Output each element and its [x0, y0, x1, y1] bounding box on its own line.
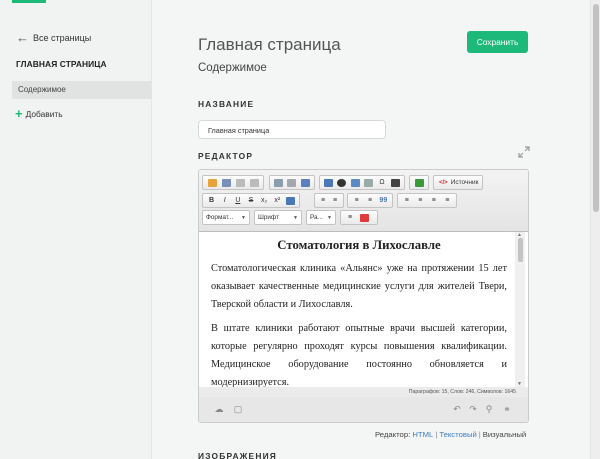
- page-scroll-thumb[interactable]: [593, 4, 599, 212]
- table-icon[interactable]: [350, 177, 361, 188]
- special-char-icon[interactable]: Ω: [376, 177, 387, 188]
- sidebar-add-label: Добавить: [25, 108, 63, 119]
- paste-word-icon[interactable]: [300, 177, 311, 188]
- source-label: Источник: [450, 179, 479, 186]
- sidebar: ← Все страницы ГЛАВНАЯ СТРАНИЦА Содержим…: [0, 0, 152, 459]
- underline-button[interactable]: U: [232, 195, 243, 206]
- save-button[interactable]: Сохранить: [467, 31, 528, 53]
- sidebar-title: ГЛАВНАЯ СТРАНИЦА: [16, 59, 107, 69]
- toolbar-group-insert: Ω: [319, 175, 405, 190]
- mode-separator: |: [435, 430, 438, 439]
- bulleted-list-icon[interactable]: ≡: [330, 195, 340, 206]
- comment-icon[interactable]: ▢: [232, 404, 244, 414]
- font-select[interactable]: Шрифт ▼: [254, 210, 302, 225]
- source-button[interactable]: </> Источник: [433, 175, 483, 190]
- page-title: Главная страница: [198, 35, 341, 54]
- toolbar-group-basic-styles: B I U S x₂ x²: [202, 193, 300, 208]
- chevron-down-icon: ▼: [241, 215, 246, 221]
- mode-separator: |: [478, 430, 481, 439]
- cloud-icon[interactable]: ☁: [213, 404, 225, 414]
- main-panel: Главная страница Содержимое Сохранить НА…: [153, 0, 590, 459]
- editor-scrollbar[interactable]: ▲ ▼: [515, 232, 525, 387]
- paste-text-icon[interactable]: [286, 177, 297, 188]
- mode-text-link[interactable]: Текстовый: [439, 430, 476, 439]
- image-icon[interactable]: [323, 177, 334, 188]
- superscript-button[interactable]: x²: [272, 195, 283, 206]
- sidebar-item-content[interactable]: Содержимое: [12, 81, 152, 99]
- document-icon[interactable]: [220, 177, 232, 188]
- toolbar-group-colors: ≡: [340, 210, 378, 225]
- back-to-all-pages-link[interactable]: ← Все страницы: [16, 31, 91, 44]
- back-link-label: Все страницы: [33, 32, 92, 43]
- toolbar-group-file: [202, 175, 264, 190]
- numbered-list-icon[interactable]: ≡: [318, 195, 328, 206]
- editor-content: Стоматология в Лихославле Стоматологичес…: [211, 238, 507, 387]
- redo-icon[interactable]: ↷: [467, 404, 479, 414]
- chevron-down-icon: ▼: [293, 215, 298, 221]
- toolbar-group-align: ≡ ≡ ≡ ≡: [397, 193, 457, 208]
- background-color-icon[interactable]: [358, 212, 370, 223]
- content-paragraph-2: В штате клиники работают опытные врачи в…: [211, 323, 507, 387]
- horizontal-line-icon[interactable]: [363, 177, 374, 188]
- toolbar-group-maximize: [409, 175, 429, 190]
- align-right-icon[interactable]: ≡: [428, 195, 440, 206]
- plus-icon: +: [15, 106, 23, 121]
- name-input[interactable]: Главная страница: [198, 120, 386, 139]
- editor-footer: ☁ ▢ ↶ ↷ ⚲ ⚭: [199, 397, 528, 422]
- editor-scroll-thumb[interactable]: [518, 238, 523, 262]
- images-section-label: ИЗОБРАЖЕНИЯ: [198, 451, 278, 459]
- expand-icon[interactable]: [518, 146, 530, 158]
- indent-icon[interactable]: ≡: [364, 195, 375, 206]
- font-select-label: Шрифт: [258, 214, 280, 221]
- search-icon[interactable]: ⚲: [483, 404, 495, 414]
- video-icon[interactable]: [390, 177, 401, 188]
- templates-icon[interactable]: [206, 177, 218, 188]
- toolbar-group-clipboard: [269, 175, 315, 190]
- name-section-label: НАЗВАНИЕ: [198, 99, 255, 109]
- strike-button[interactable]: S: [245, 195, 256, 206]
- editor-mode-prefix: Редактор:: [375, 430, 411, 439]
- align-center-icon[interactable]: ≡: [415, 195, 427, 206]
- undo-icon[interactable]: ↶: [451, 404, 463, 414]
- content-paragraph-1: Стоматологическая клиника «Альянс» уже н…: [211, 263, 507, 310]
- maximize-icon[interactable]: [413, 177, 425, 188]
- page-scrollbar[interactable]: [590, 0, 600, 459]
- toolbar-group-lists: ≡ ≡: [314, 193, 344, 208]
- redo-icon[interactable]: [248, 177, 260, 188]
- text-color-icon[interactable]: ≡: [344, 212, 356, 223]
- page-subtitle: Содержимое: [198, 62, 267, 74]
- mode-visual-label: Визуальный: [482, 430, 527, 439]
- glasses-icon[interactable]: ⚭: [501, 404, 513, 414]
- bold-button[interactable]: B: [206, 195, 217, 206]
- editor-content-area[interactable]: Стоматология в Лихославле Стоматологичес…: [199, 232, 528, 387]
- undo-icon[interactable]: [234, 177, 246, 188]
- editor-mode-switch: Редактор: HTML | Текстовый | Визуальный: [375, 430, 526, 439]
- content-heading: Стоматология в Лихославле: [277, 238, 441, 252]
- paste-icon[interactable]: [273, 177, 284, 188]
- subscript-button[interactable]: x₂: [259, 195, 270, 206]
- rich-text-editor: Ω </> Источник B I U S x₂ x² ≡ ≡ ≡ ≡ 99 …: [198, 169, 529, 423]
- align-left-icon[interactable]: ≡: [401, 195, 413, 206]
- remove-format-icon[interactable]: [285, 195, 296, 206]
- size-select-label: Ра...: [310, 214, 323, 221]
- toolbar-group-indent: ≡ ≡ 99: [347, 193, 393, 208]
- chevron-down-icon: ▼: [327, 215, 332, 221]
- editor-toolbar: Ω </> Источник B I U S x₂ x² ≡ ≡ ≡ ≡ 99 …: [199, 170, 528, 232]
- editor-status-bar: Параграфов: 15, Слов: 246, Символов: 164…: [199, 387, 528, 397]
- sidebar-accent-bar: [12, 0, 46, 3]
- flash-icon[interactable]: [336, 177, 347, 188]
- mode-html-link[interactable]: HTML: [412, 430, 433, 439]
- italic-button[interactable]: I: [219, 195, 230, 206]
- sidebar-add-button[interactable]: + Добавить: [15, 107, 63, 120]
- blockquote-icon[interactable]: 99: [378, 195, 389, 206]
- outdent-icon[interactable]: ≡: [351, 195, 362, 206]
- size-select[interactable]: Ра... ▼: [306, 210, 336, 225]
- format-select[interactable]: Формат... ▼: [202, 210, 250, 225]
- format-select-label: Формат...: [206, 214, 234, 221]
- arrow-left-icon: ←: [16, 30, 29, 45]
- source-icon: </>: [439, 179, 448, 186]
- align-justify-icon[interactable]: ≡: [442, 195, 454, 206]
- editor-section-label: РЕДАКТОР: [198, 151, 254, 161]
